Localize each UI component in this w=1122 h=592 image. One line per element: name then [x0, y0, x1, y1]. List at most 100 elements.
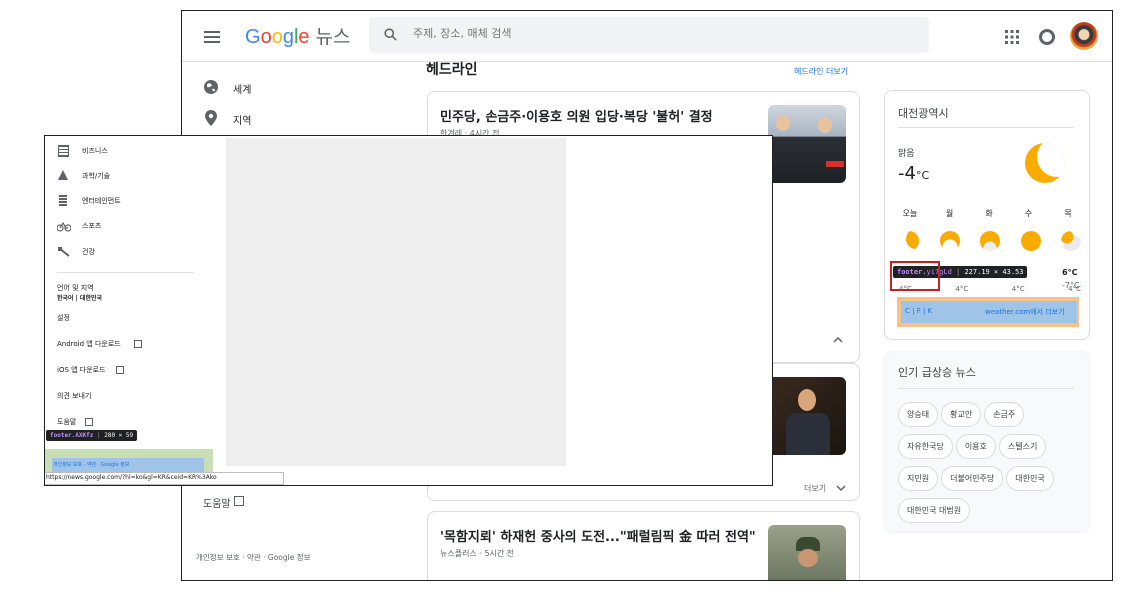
forecast-day-tue[interactable]: 화: [978, 208, 1000, 219]
trending-chip[interactable]: 양승태: [898, 402, 939, 427]
inspector-tooltip-size: 280 × 59: [104, 432, 134, 439]
search-input[interactable]: [411, 26, 915, 41]
trending-chips: 양승태 황교안 손금주자유한국당 이용호 스텔스기지민원 더불어민주당 대한민국대한민국 대…: [898, 402, 1083, 530]
placeholder-area: [226, 138, 566, 466]
moon-icon: [899, 231, 919, 251]
partly-cloudy-icon: [939, 231, 960, 251]
building-icon: [58, 145, 69, 157]
forecast-day-mon[interactable]: 월: [939, 208, 961, 219]
overlay-nav-sports[interactable]: 스포츠: [82, 221, 101, 231]
ios-download-link[interactable]: iOS 앱 다운로드: [57, 365, 106, 375]
flask-icon: [58, 170, 68, 180]
language-value[interactable]: 한국어 | 대한민국: [57, 293, 102, 302]
forecast-day-thu[interactable]: 목: [1057, 208, 1079, 219]
external-link-icon: [85, 418, 93, 426]
headline-meta: 뉴스플러스 · 5시간 전: [440, 549, 515, 558]
logo-news-label: 뉴스: [315, 27, 351, 48]
overlay-nav-entertainment[interactable]: 엔터테인먼트: [82, 196, 121, 206]
trending-chip[interactable]: 대한민국 대법원: [898, 498, 971, 523]
forecast-icons: [899, 231, 1081, 251]
overlay-nav-health[interactable]: 건강: [82, 247, 95, 257]
chevron-down-icon[interactable]: [836, 485, 846, 491]
temperature-value: -4: [898, 163, 916, 184]
overlay-footer: 개인정보 보호 · 약관 · Google 정보: [52, 458, 204, 472]
globe-icon: [204, 80, 218, 94]
menu-icon[interactable]: [204, 28, 220, 46]
android-download-link[interactable]: Android 앱 다운로드: [57, 339, 121, 349]
divider: [57, 272, 194, 273]
forecast-temp: 4°C: [955, 285, 969, 293]
notifications-icon[interactable]: [1039, 29, 1055, 45]
language-label[interactable]: 언어 및 지역: [57, 283, 94, 293]
inspector-tooltip-class: footer.AXKfz: [50, 432, 94, 439]
headline-image[interactable]: [768, 377, 846, 455]
weather-location[interactable]: 대전광역시: [898, 105, 949, 121]
headline-time: 5시간 전: [484, 549, 515, 558]
status-bar: https://news.google.com/?hl=ko&gl=KR&cei…: [45, 472, 284, 485]
external-link-icon: [116, 366, 124, 374]
trending-chip[interactable]: 황교안: [941, 402, 982, 427]
sidebar-help-link[interactable]: 도움말: [203, 495, 231, 510]
headline-card-3: '목함지뢰' 하재헌 중사의 도전..."패럴림픽 金 따러 전역" 뉴스플러스…: [427, 511, 860, 580]
weather-footer: C | F | K weather.com에서 더보기: [901, 301, 1077, 323]
external-link-icon: [234, 496, 244, 506]
google-news-logo[interactable]: Google 뉴스: [245, 22, 350, 49]
trending-chip[interactable]: 지민원: [898, 466, 939, 491]
avatar[interactable]: [1070, 22, 1098, 50]
trending-chip[interactable]: 손금주: [984, 402, 1025, 427]
divider: [898, 127, 1074, 128]
logo-google: Google: [245, 26, 310, 48]
feedback-link[interactable]: 의견 보내기: [57, 391, 91, 401]
trending-chip[interactable]: 자유한국당: [898, 434, 953, 459]
forecast-days: 오늘 월 화 수 목: [899, 208, 1079, 219]
search-bar[interactable]: [369, 17, 929, 53]
overlay-help-link[interactable]: 도움말: [57, 417, 76, 427]
trending-chip[interactable]: 더불어민주당: [941, 466, 1004, 491]
overlay-panel: 비즈니스 과학/기술 엔터테인먼트 스포츠 건강 언어 및 지역 한국어 | 대…: [44, 135, 773, 486]
trending-chip[interactable]: 대한민국: [1006, 466, 1054, 491]
headline-image[interactable]: [768, 105, 846, 183]
overlay-nav-science[interactable]: 과학/기술: [82, 171, 110, 181]
headline-title[interactable]: 민주당, 손금주·이용호 의원 입당·복당 '불허' 결정: [440, 106, 760, 125]
forecast-low: -7°C: [1062, 281, 1080, 290]
status-url: https://news.google.com/?hl=ko&gl=KR&cei…: [46, 474, 217, 481]
trending-title[interactable]: 인기 급상승 뉴스: [898, 364, 976, 380]
top-bar: Google 뉴스: [182, 11, 1112, 62]
overlay-footer-links[interactable]: 개인정보 보호 · 약관 · Google 정보: [53, 461, 129, 468]
overlay-nav-business[interactable]: 비즈니스: [82, 146, 108, 156]
headline-image[interactable]: [768, 525, 846, 580]
trending-card: 인기 급상승 뉴스 양승태 황교안 손금주자유한국당 이용호 스텔스기지민원 더불어민주당…: [884, 351, 1090, 533]
film-icon: [59, 195, 67, 206]
search-icon[interactable]: [383, 27, 398, 42]
sidebar-footer[interactable]: 개인정보 보호 · 약관 · Google 정보: [196, 552, 311, 563]
location-pin-icon: [205, 110, 217, 126]
sidebar-item-local[interactable]: 지역: [233, 112, 251, 127]
chevron-up-icon[interactable]: [833, 337, 843, 343]
forecast-day-today[interactable]: 오늘: [899, 208, 921, 219]
headline-source[interactable]: 뉴스플러스: [440, 549, 477, 558]
temperature-unit[interactable]: °C: [916, 169, 929, 182]
inspector-tooltip-size: 227.19 × 43.53: [964, 268, 1024, 276]
partly-cloudy-icon: [980, 231, 1000, 251]
bicycle-icon: [57, 221, 71, 232]
apps-grid-icon[interactable]: [1005, 29, 1019, 44]
section-title-headlines[interactable]: 헤드라인: [426, 59, 478, 79]
external-link-icon: [134, 340, 142, 348]
temperature-unit-toggle[interactable]: C | F | K: [905, 307, 932, 315]
sun-icon: [1020, 231, 1041, 251]
weather-source-link[interactable]: weather.com에서 더보기: [985, 307, 1065, 317]
headline-title[interactable]: '목함지뢰' 하재헌 중사의 도전..."패럴림픽 金 따러 전역": [440, 526, 760, 545]
settings-link[interactable]: 설정: [57, 313, 70, 323]
cloud-sun-icon: [1061, 231, 1081, 251]
health-icon: [58, 247, 70, 257]
headlines-more-link[interactable]: 헤드라인 더보기: [794, 66, 848, 77]
weather-condition: 맑음: [898, 149, 915, 159]
sidebar-item-world[interactable]: 세계: [233, 81, 251, 96]
more-button-label[interactable]: 더보기: [804, 483, 826, 494]
trending-chip[interactable]: 이용호: [955, 434, 996, 459]
divider: [898, 388, 1074, 389]
trending-chip[interactable]: 스텔스기: [998, 434, 1047, 459]
forecast-day-wed[interactable]: 수: [1018, 208, 1040, 219]
forecast-temp: 4°C: [1011, 285, 1025, 293]
weather-temperature: -4°C: [898, 163, 929, 184]
